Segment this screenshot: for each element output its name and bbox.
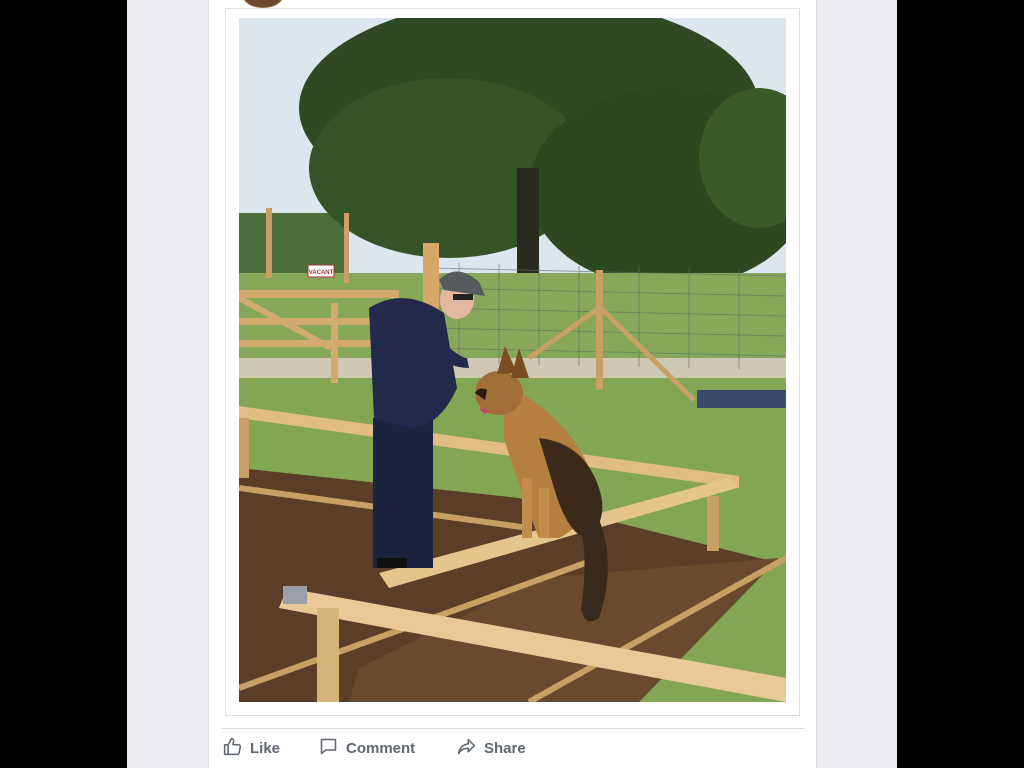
share-arrow-icon bbox=[456, 736, 477, 761]
like-button[interactable]: Like bbox=[222, 729, 280, 768]
post-action-bar: Like Comment Share bbox=[209, 729, 816, 768]
author-avatar[interactable] bbox=[243, 0, 283, 8]
share-button[interactable]: Share bbox=[456, 729, 526, 768]
share-label: Share bbox=[484, 740, 526, 757]
feed-viewport: VACANT Like Comment Share bbox=[127, 0, 897, 768]
like-label: Like bbox=[250, 740, 281, 757]
thumbs-up-icon bbox=[222, 736, 243, 761]
post-photo[interactable]: VACANT bbox=[239, 18, 786, 702]
post-card: VACANT Like Comment Share bbox=[208, 0, 817, 768]
comment-button[interactable]: Comment bbox=[318, 729, 415, 768]
comment-label: Comment bbox=[346, 740, 416, 757]
speech-bubble-icon bbox=[318, 736, 339, 761]
photo-sign-text: VACANT bbox=[309, 270, 334, 276]
